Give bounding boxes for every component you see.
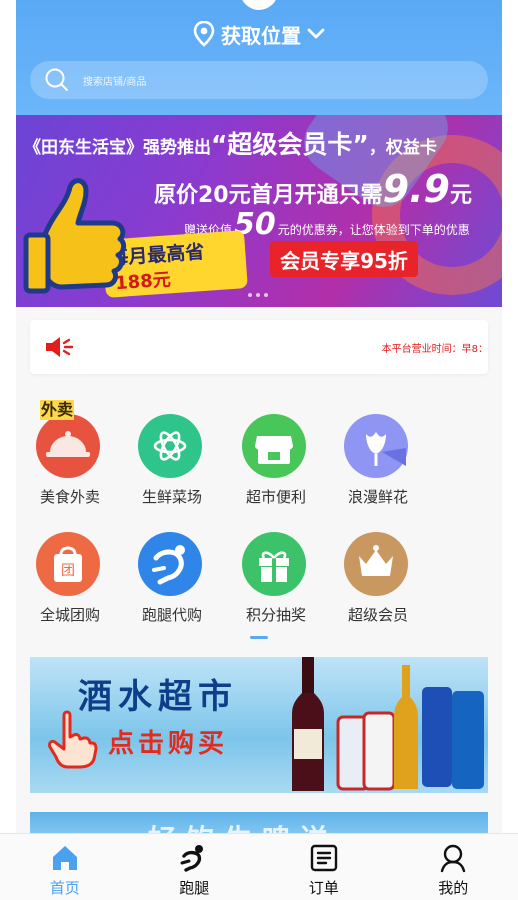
banner-headline-prefix: 《田东生活宝》强势推出 (24, 138, 211, 158)
category-super-member[interactable]: 超级会员 (334, 518, 424, 624)
category-flowers[interactable]: 浪漫鲜花 (334, 400, 424, 506)
announcement-text: 本平台营业时间：早8： (381, 344, 488, 355)
takeout-badge: 外卖 (40, 400, 75, 420)
runner-tab-icon (180, 845, 204, 872)
member-card-banner[interactable]: 《田东生活宝》强势推出“超级会员卡”，权益卡 原价20元首月开通只需9.9元 赠… (16, 115, 502, 307)
promo-cta[interactable]: 点击购买 (108, 723, 228, 760)
category-group-buy[interactable]: 团 全城团购 (26, 518, 116, 624)
tab-label: 订单 (308, 879, 339, 897)
banner-dot (248, 293, 252, 297)
category-points-lottery[interactable]: 积分抽奖 (232, 518, 322, 624)
home-page: 获取位置 搜索店铺/商品 《田东生活宝》强势推出“超级会员卡”，权益卡 原价20… (16, 0, 502, 900)
banner-coupon-suffix: 元的优惠券，让您体验到下单的优惠 (277, 223, 470, 237)
thumbs-up-icon (23, 178, 127, 294)
tab-profile[interactable]: 我的 (389, 834, 518, 900)
chevron-down-icon (307, 28, 325, 39)
category-label: 美食外卖 (39, 488, 100, 506)
category-page-indicator (250, 636, 268, 639)
category-label: 超市便利 (245, 488, 306, 506)
category-label: 生鲜菜场 (141, 488, 202, 506)
tab-errands[interactable]: 跑腿 (130, 834, 260, 900)
location-pin-icon (193, 21, 215, 47)
banner-headline-highlight: “超级会员卡” (211, 130, 369, 159)
tab-label: 跑腿 (179, 879, 210, 897)
search-icon (45, 68, 68, 91)
tab-label: 我的 (438, 879, 469, 897)
camera-notch (240, 0, 278, 10)
search-input[interactable]: 搜索店铺/商品 (30, 61, 488, 99)
crown-icon (344, 532, 408, 596)
profile-icon (441, 844, 466, 873)
category-fresh-produce[interactable]: 生鲜菜场 (128, 400, 218, 506)
location-selector[interactable]: 获取位置 (16, 18, 502, 50)
group-buy-glyph: 团 (61, 563, 75, 579)
pointing-hand-icon (48, 710, 98, 769)
banner-pagination-dots (248, 293, 268, 297)
home-icon (52, 846, 77, 870)
category-food-delivery[interactable]: 外卖 美食外卖 (26, 400, 116, 506)
banner-price-text: 原价20元首月开通只需 (154, 183, 383, 208)
search-placeholder: 搜索店铺/商品 (83, 76, 147, 88)
banner-headline: 《田东生活宝》强势推出“超级会员卡”，权益卡 (24, 125, 437, 161)
banner-headline-suffix: ，权益卡 (368, 138, 437, 158)
bottom-tab-bar: 首页 跑腿 订单 我的 (0, 833, 518, 900)
member-discount-button[interactable]: 会员专享95折 (270, 241, 418, 277)
gift-icon (242, 532, 306, 596)
flower-icon (344, 414, 408, 478)
announcement-bar[interactable]: 本平台营业时间：早8： (30, 320, 488, 374)
produce-icon (138, 414, 202, 478)
banner-dot (256, 293, 260, 297)
category-convenience-store[interactable]: 超市便利 (232, 400, 322, 506)
banner-price: 9.9 (382, 167, 450, 211)
beer-cans-icon (336, 665, 484, 791)
banner-price-line: 原价20元首月开通只需9.9元 (154, 167, 472, 211)
group-buy-bag-icon: 团 (36, 532, 100, 596)
order-icon (310, 844, 337, 872)
category-label: 全城团购 (39, 606, 100, 624)
banner-dot (264, 293, 268, 297)
category-label: 超级会员 (347, 606, 408, 624)
category-label: 跑腿代购 (141, 606, 202, 624)
category-label: 积分抽奖 (245, 606, 306, 624)
category-label: 浪漫鲜花 (347, 488, 408, 506)
banner-price-unit: 元 (449, 183, 472, 208)
tab-home[interactable]: 首页 (0, 834, 130, 900)
category-errands[interactable]: 跑腿代购 (128, 518, 218, 624)
wine-bottle-icon (292, 657, 324, 791)
promo-title: 酒水超市 (78, 677, 238, 717)
location-label: 获取位置 (221, 23, 301, 48)
drinks-supermarket-banner[interactable]: 酒水超市 点击购买 (30, 657, 488, 793)
tab-orders[interactable]: 订单 (259, 834, 389, 900)
runner-icon (138, 532, 202, 596)
tab-label: 首页 (49, 879, 80, 897)
megaphone-icon (46, 337, 74, 357)
header: 获取位置 搜索店铺/商品 (16, 0, 502, 115)
store-icon (242, 414, 306, 478)
